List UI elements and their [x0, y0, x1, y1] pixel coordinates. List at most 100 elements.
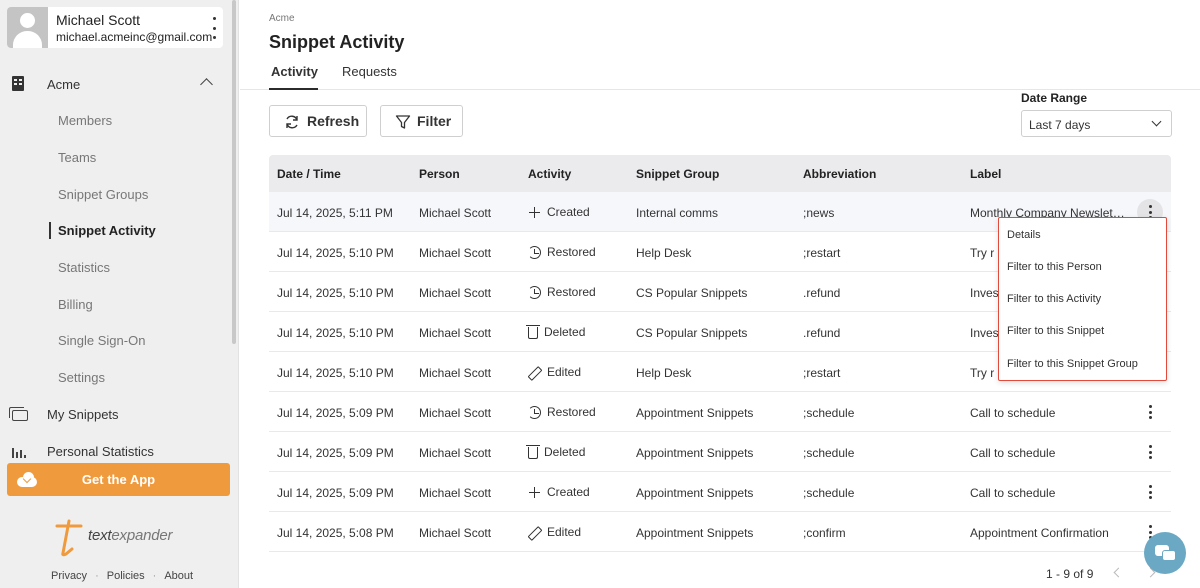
tab-requests[interactable]: Requests	[342, 64, 397, 79]
cell-snippet-group: Appointment Snippets	[636, 406, 754, 420]
cell-activity: Restored	[528, 405, 596, 419]
org-name: Acme	[47, 76, 81, 92]
sidebar-item-members[interactable]: Members	[58, 113, 112, 128]
sidebar-item-settings[interactable]: Settings	[58, 370, 105, 385]
cell-activity: Edited	[528, 365, 581, 379]
cell-datetime: Jul 14, 2025, 5:10 PM	[277, 366, 394, 380]
cell-datetime: Jul 14, 2025, 5:10 PM	[277, 286, 394, 300]
user-name: Michael Scott	[56, 11, 141, 28]
cell-activity: Created	[528, 485, 590, 499]
cell-snippet-group: Help Desk	[636, 366, 692, 380]
cell-person: Michael Scott	[419, 446, 492, 460]
refresh-button[interactable]: Refresh	[269, 105, 367, 137]
col-activity[interactable]: Activity	[528, 167, 571, 181]
cell-activity: Deleted	[526, 445, 585, 459]
cell-snippet-group: CS Popular Snippets	[636, 286, 748, 300]
page-title: Snippet Activity	[269, 32, 405, 52]
sidebar-item-snippet-groups[interactable]: Snippet Groups	[58, 187, 148, 202]
filter-icon	[395, 115, 411, 129]
table-header: Date / Time Person Activity Snippet Grou…	[269, 155, 1171, 192]
cell-person: Michael Scott	[419, 326, 492, 340]
cell-snippet-group: Appointment Snippets	[636, 446, 754, 460]
cell-label: Try r	[970, 366, 995, 380]
cell-snippet-group: CS Popular Snippets	[636, 326, 748, 340]
filter-button[interactable]: Filter	[380, 105, 463, 137]
cell-activity: Deleted	[526, 325, 585, 339]
get-the-app-button[interactable]: Get the App	[7, 463, 230, 496]
sidebar-item-billing[interactable]: Billing	[58, 297, 93, 312]
user-email: michael.acmeinc@gmail.com	[56, 29, 213, 44]
refresh-icon	[286, 115, 298, 129]
plus-icon	[528, 486, 541, 499]
cell-activity: Restored	[528, 285, 596, 299]
plus-icon	[528, 206, 541, 219]
cell-person: Michael Scott	[419, 526, 492, 540]
policies-link[interactable]: Policies	[107, 570, 145, 582]
cell-activity: Restored	[528, 245, 596, 259]
date-range-select[interactable]: Last 7 days	[1021, 110, 1172, 137]
menu-item-filter-activity[interactable]: Filter to this Activity	[1007, 293, 1101, 305]
sidebar-item-my-snippets[interactable]: My Snippets	[0, 403, 239, 427]
menu-item-filter-snippet-group[interactable]: Filter to this Snippet Group	[1007, 358, 1138, 370]
active-tab-underline	[269, 88, 318, 90]
avatar	[7, 7, 48, 48]
about-link[interactable]: About	[164, 570, 193, 582]
cell-snippet-group: Appointment Snippets	[636, 526, 754, 540]
table-row[interactable]: Jul 14, 2025, 5:08 PM Michael Scott Edited…	[269, 512, 1171, 552]
org-toggle[interactable]: Acme	[0, 70, 239, 98]
sidebar-item-statistics[interactable]: Statistics	[58, 260, 110, 275]
sidebar-item-snippet-activity[interactable]: Snippet Activity	[58, 223, 156, 238]
cell-abbreviation: .refund	[803, 326, 841, 340]
restore-icon	[528, 245, 541, 259]
col-label[interactable]: Label	[970, 167, 1001, 181]
cell-datetime: Jul 14, 2025, 5:10 PM	[277, 246, 394, 260]
restore-icon	[528, 405, 541, 419]
cell-snippet-group: Appointment Snippets	[636, 486, 754, 500]
profile-menu-icon[interactable]	[213, 17, 217, 39]
col-datetime[interactable]: Date / Time	[277, 167, 341, 181]
cell-person: Michael Scott	[419, 206, 492, 220]
sidebar-item-sso[interactable]: Single Sign-On	[58, 333, 145, 348]
chat-button[interactable]	[1144, 532, 1186, 574]
cell-activity: Edited	[528, 525, 581, 539]
cell-abbreviation: ;schedule	[803, 406, 855, 420]
user-profile-card[interactable]: Michael Scott michael.acmeinc@gmail.com	[7, 7, 223, 48]
chevron-left-icon[interactable]	[1113, 567, 1124, 578]
table-row[interactable]: Jul 14, 2025, 5:09 PM Michael Scott Create…	[269, 472, 1171, 512]
sidebar-item-personal-statistics[interactable]: Personal Statistics	[0, 440, 239, 458]
table-row[interactable]: Jul 14, 2025, 5:09 PM Michael Scott Delete…	[269, 432, 1171, 472]
menu-item-filter-snippet[interactable]: Filter to this Snippet	[1007, 325, 1104, 337]
table-row[interactable]: Jul 14, 2025, 5:09 PM Michael Scott Restor…	[269, 392, 1171, 432]
cell-abbreviation: .refund	[803, 286, 841, 300]
col-abbreviation[interactable]: Abbreviation	[803, 167, 876, 181]
privacy-link[interactable]: Privacy	[51, 570, 87, 582]
cell-datetime: Jul 14, 2025, 5:09 PM	[277, 446, 394, 460]
sidebar-item-teams[interactable]: Teams	[58, 150, 96, 165]
cell-person: Michael Scott	[419, 406, 492, 420]
menu-item-filter-person[interactable]: Filter to this Person	[1007, 261, 1102, 273]
row-menu-icon[interactable]	[1149, 405, 1153, 419]
cell-snippet-group: Internal comms	[636, 206, 719, 220]
cell-datetime: Jul 14, 2025, 5:09 PM	[277, 486, 394, 500]
cell-datetime: Jul 14, 2025, 5:10 PM	[277, 326, 394, 340]
col-snippet-group[interactable]: Snippet Group	[636, 167, 719, 181]
chevron-down-icon	[1151, 116, 1162, 127]
trash-icon	[526, 445, 540, 459]
sidebar: Michael Scott michael.acmeinc@gmail.com …	[0, 0, 239, 588]
cell-abbreviation: ;restart	[803, 246, 841, 260]
cell-label: Inves	[970, 286, 999, 300]
pagination-text: 1 - 9 of 9	[1046, 567, 1094, 581]
cell-person: Michael Scott	[419, 246, 492, 260]
col-person[interactable]: Person	[419, 167, 460, 181]
trash-icon	[526, 325, 540, 339]
tab-activity[interactable]: Activity	[271, 64, 318, 79]
row-menu-icon[interactable]	[1149, 485, 1153, 499]
chevron-up-icon	[200, 78, 213, 91]
row-context-menu: Details Filter to this Person Filter to …	[998, 217, 1167, 381]
row-menu-icon[interactable]	[1149, 445, 1153, 459]
breadcrumb[interactable]: Acme	[269, 13, 295, 24]
pencil-icon	[528, 366, 541, 379]
menu-item-details[interactable]: Details	[1007, 229, 1041, 241]
sidebar-scrollbar[interactable]	[232, 0, 236, 344]
restore-icon	[528, 285, 541, 299]
